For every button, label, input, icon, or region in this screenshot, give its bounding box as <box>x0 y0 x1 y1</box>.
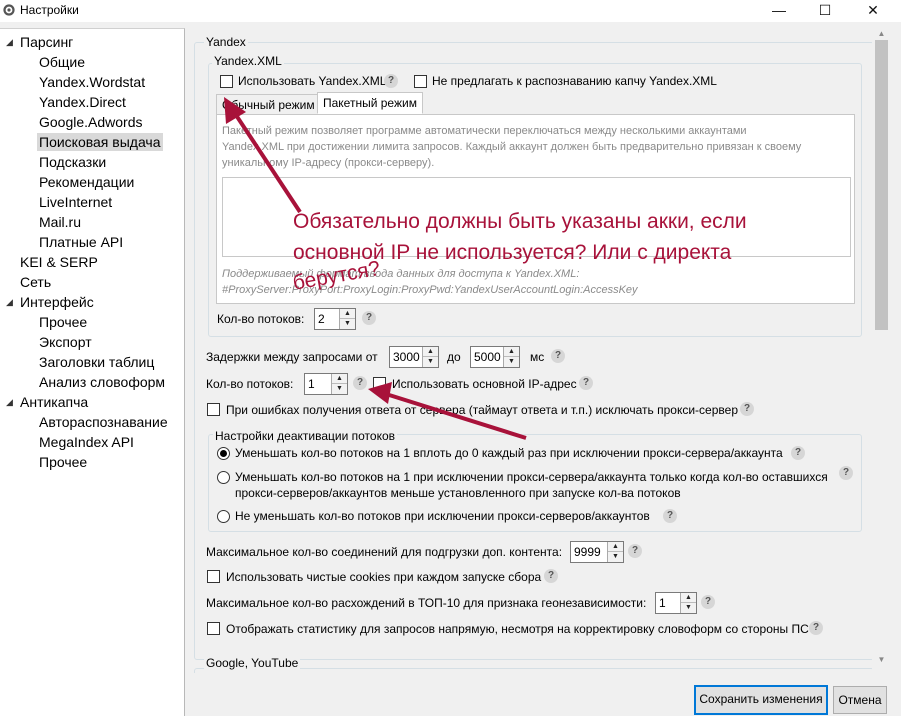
annotation-arrows <box>224 97 527 440</box>
annotation-arrow-1 <box>232 110 302 214</box>
annotation-arrowhead-1 <box>224 97 246 124</box>
annotation-arrow-2 <box>385 392 527 440</box>
tab-batch-mode[interactable]: Пакетный режим <box>317 92 423 114</box>
annotation-text-line-1: Обязательно должны быть указаны акки, ес… <box>293 210 747 233</box>
annotation-arrowhead-2 <box>368 382 392 404</box>
